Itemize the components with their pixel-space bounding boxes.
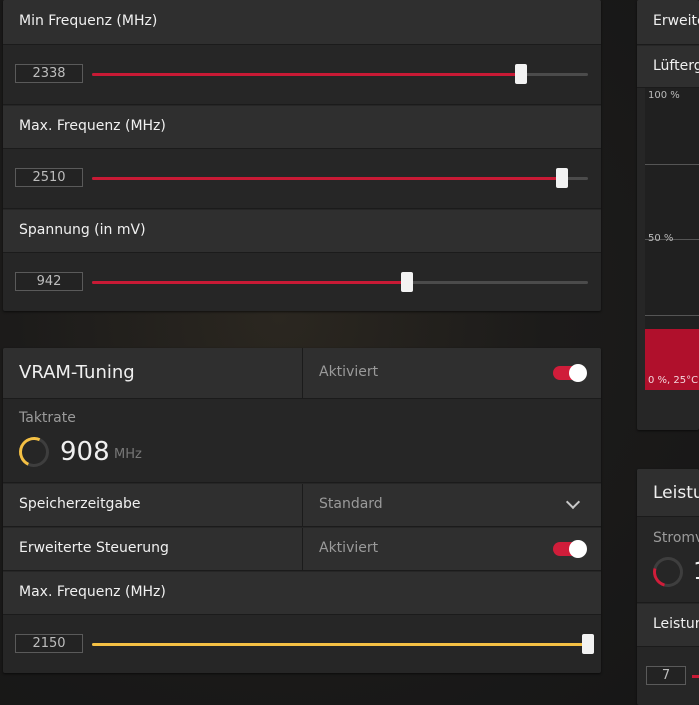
advanced-fan-label: Erweite <box>653 13 699 29</box>
vram-max-freq-label: Max. Frequenz (MHz) <box>19 584 166 600</box>
voltage-slider-thumb[interactable] <box>401 272 414 292</box>
vram-max-freq-value-input[interactable]: 2150 <box>15 634 83 653</box>
memory-timing-dropdown[interactable]: Standard <box>303 484 601 526</box>
fan-curve-chart[interactable]: 100 % 50 % 0 %, 25°C <box>645 88 699 390</box>
advanced-control-separator <box>302 528 303 570</box>
vram-tuning-toggle-knob <box>569 364 587 382</box>
voltage-value-input[interactable]: 942 <box>15 272 83 291</box>
min-freq-header: Min Frequenz (MHz) <box>3 0 601 45</box>
vram-clock-value: 908 <box>60 437 110 467</box>
vram-max-freq-slider-fill <box>92 643 588 646</box>
min-freq-slider[interactable] <box>92 64 588 84</box>
fan-curve-y-100: 100 % <box>648 90 680 101</box>
power-tuning-title: Leistu <box>653 483 699 503</box>
power-limit-row: 7 <box>637 647 699 705</box>
max-freq-slider-fill <box>92 177 562 180</box>
memory-timing-label: Speicherzeitgabe <box>19 496 141 512</box>
min-freq-value-input[interactable]: 2338 <box>15 64 83 83</box>
memory-timing-row: Speicherzeitgabe Standard <box>3 484 601 527</box>
advanced-fan-row: Erweite <box>637 0 699 45</box>
voltage-label: Spannung (in mV) <box>19 222 146 238</box>
min-freq-slider-fill <box>92 73 521 76</box>
voltage-header: Spannung (in mV) <box>3 210 601 253</box>
max-freq-slider-thumb[interactable] <box>555 168 568 188</box>
voltage-slider-fill <box>92 281 408 284</box>
power-limit-header: Leistur <box>637 604 699 647</box>
chevron-down-icon <box>565 494 581 510</box>
vram-clock-unit: MHz <box>114 447 142 462</box>
fan-curve-point-label: 0 %, 25°C <box>648 375 699 386</box>
voltage-row: 942 <box>3 253 601 311</box>
advanced-control-toggle[interactable] <box>553 540 587 558</box>
fan-curve-gridline-low <box>645 315 699 316</box>
power-draw-gauge-icon <box>647 551 689 593</box>
power-tuning-title-row: Leistu <box>637 469 699 517</box>
max-freq-label: Max. Frequenz (MHz) <box>19 118 166 134</box>
advanced-control-label: Erweiterte Steuerung <box>19 540 169 556</box>
vram-title: VRAM-Tuning <box>19 362 135 383</box>
max-freq-header: Max. Frequenz (MHz) <box>3 106 601 149</box>
memory-timing-value: Standard <box>319 496 383 512</box>
power-tuning-panel: Leistu Stromv 1 Leistur 7 <box>637 469 699 705</box>
advanced-control-value: Aktiviert <box>319 540 379 556</box>
gpu-tuning-panel: Min Frequenz (MHz) 2338 Max. Frequenz (M… <box>3 0 601 311</box>
vram-clock-gauge-icon <box>14 432 54 472</box>
fan-curve-gridline-top <box>645 164 699 165</box>
vram-max-freq-row: 2150 <box>3 615 601 673</box>
vram-title-separator <box>302 348 303 398</box>
power-limit-slider-fill <box>692 675 699 678</box>
max-freq-row: 2510 <box>3 149 601 209</box>
advanced-control-row: Erweiterte Steuerung Aktiviert <box>3 528 601 571</box>
fan-curve-header: Lüfterg <box>637 46 699 88</box>
fan-tuning-panel: Erweite Lüfterg 100 % 50 % 0 %, 25°C <box>637 0 699 430</box>
vram-enabled-label: Aktiviert <box>319 364 379 380</box>
power-draw-row: Stromv 1 <box>637 517 699 603</box>
vram-max-freq-slider[interactable] <box>92 634 594 654</box>
power-draw-value: 1 <box>693 557 699 585</box>
min-freq-row: 2338 <box>3 45 601 105</box>
fan-curve-label: Lüfterg <box>653 58 699 74</box>
max-freq-slider[interactable] <box>92 168 588 188</box>
vram-max-freq-slider-thumb[interactable] <box>582 634 594 654</box>
min-freq-label: Min Frequenz (MHz) <box>19 13 158 29</box>
power-limit-value-input[interactable]: 7 <box>646 666 686 685</box>
min-freq-slider-thumb[interactable] <box>514 64 527 84</box>
power-draw-label: Stromv <box>653 530 699 546</box>
vram-tuning-toggle[interactable] <box>553 364 587 382</box>
vram-title-row: VRAM-Tuning Aktiviert <box>3 348 601 399</box>
advanced-control-toggle-knob <box>569 540 587 558</box>
max-freq-value-input[interactable]: 2510 <box>15 168 83 187</box>
vram-tuning-panel: VRAM-Tuning Aktiviert Taktrate 908 MHz S… <box>3 348 601 673</box>
vram-clock-row: Taktrate 908 MHz <box>3 399 601 483</box>
power-limit-label: Leistur <box>653 616 699 632</box>
vram-max-freq-header: Max. Frequenz (MHz) <box>3 572 601 615</box>
vram-clock-label: Taktrate <box>19 410 76 426</box>
voltage-slider[interactable] <box>92 272 588 292</box>
fan-curve-y-50: 50 % <box>648 233 674 244</box>
